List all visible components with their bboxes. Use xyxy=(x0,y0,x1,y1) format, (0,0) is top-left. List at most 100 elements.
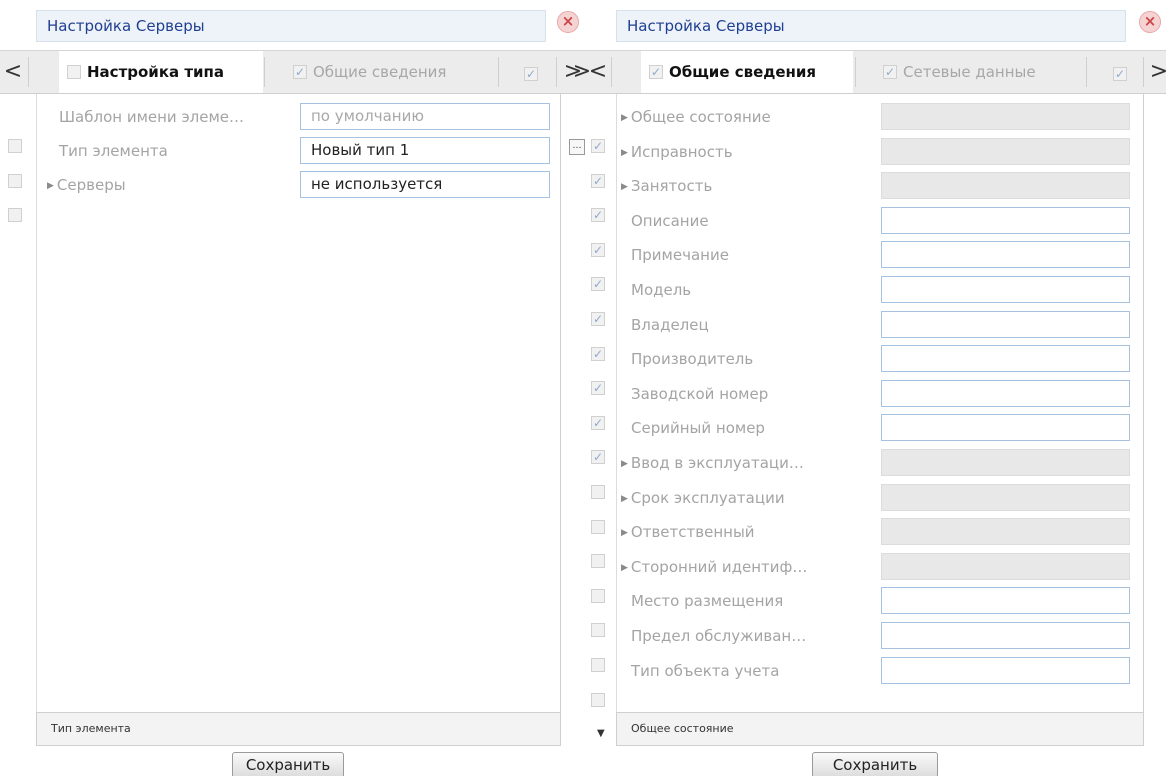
row-checkbox[interactable] xyxy=(8,208,22,222)
tab-checkbox[interactable] xyxy=(883,65,897,79)
property-value-field[interactable] xyxy=(881,622,1130,649)
row-label: Примечание xyxy=(631,245,729,265)
tab-general-info[interactable]: Общие сведения xyxy=(641,51,853,93)
triangle-right-icon[interactable]: ▶ xyxy=(621,563,628,573)
row-checkbox[interactable] xyxy=(591,693,605,707)
list-item: Описание xyxy=(617,204,1143,238)
status-bar-right: Общее состояние xyxy=(616,712,1144,746)
triangle-right-icon[interactable]: ▶ xyxy=(621,182,628,192)
row-checkbox[interactable] xyxy=(591,589,605,603)
tab-checkbox[interactable] xyxy=(293,65,307,79)
list-item: ▶ Серверы не используется xyxy=(37,168,560,202)
row-label: Заводской номер xyxy=(631,384,768,404)
row-checkbox[interactable] xyxy=(591,243,605,257)
property-value-field[interactable] xyxy=(881,276,1130,303)
properties-list-left: Шаблон имени элеме… по умолчанию Тип эле… xyxy=(36,94,561,712)
tab-prev-arrow-icon[interactable]: < xyxy=(0,51,26,93)
tab-separator xyxy=(855,57,856,87)
row-checkbox[interactable] xyxy=(591,623,605,637)
list-item: Модель xyxy=(617,273,1143,307)
checkbox-icon xyxy=(524,67,538,81)
tab-separator xyxy=(1143,57,1144,87)
name-template-field[interactable]: по умолчанию xyxy=(300,103,550,130)
triangle-right-icon[interactable]: ▶ xyxy=(621,459,628,469)
tab-general-info[interactable]: Общие сведения xyxy=(285,51,491,93)
close-icon[interactable]: × xyxy=(1139,11,1161,33)
tab-next-arrow-icon[interactable]: > xyxy=(1146,51,1166,93)
element-type-field[interactable]: Новый тип 1 xyxy=(300,137,550,164)
list-item: Тип элемента Новый тип 1 xyxy=(37,134,560,168)
tab-overflow-checkbox[interactable] xyxy=(1113,64,1133,83)
row-label: Модель xyxy=(631,280,691,300)
triangle-right-icon[interactable]: ▶ xyxy=(621,113,628,123)
row-checkbox[interactable] xyxy=(591,450,605,464)
save-button-left[interactable]: Сохранить xyxy=(232,752,344,776)
row-checkbox[interactable] xyxy=(591,174,605,188)
tab-separator xyxy=(498,57,499,87)
tab-separator xyxy=(611,57,612,87)
property-value-field xyxy=(881,103,1130,130)
list-item: Место размещения xyxy=(617,584,1143,618)
row-label-text: Тип объекта учета xyxy=(631,662,780,680)
tab-checkbox[interactable] xyxy=(67,65,81,79)
row-label: ▶ Ввод в эксплуатаци… xyxy=(621,453,804,473)
property-value-field[interactable] xyxy=(881,207,1130,234)
list-item: Тип объекта учета xyxy=(617,654,1143,688)
row-label: Серийный номер xyxy=(631,418,765,438)
tab-network-data[interactable]: Сетевые данные xyxy=(875,51,1075,93)
property-value-field[interactable] xyxy=(881,657,1130,684)
tab-bar-right: > < Общие сведения Сетевые данные > xyxy=(573,50,1166,94)
row-checkbox[interactable] xyxy=(591,485,605,499)
chevron-down-icon[interactable]: ▼ xyxy=(597,728,605,739)
row-label: Место размещения xyxy=(631,591,783,611)
property-value-field[interactable] xyxy=(881,414,1130,441)
row-checkbox[interactable] xyxy=(591,139,605,153)
left-panel: Настройка Серверы × < Настройка типа Общ… xyxy=(0,0,583,776)
property-value-field[interactable] xyxy=(881,241,1130,268)
property-value-field[interactable] xyxy=(881,380,1130,407)
row-label-text: Срок эксплуатации xyxy=(630,489,785,507)
row-label-text: Производитель xyxy=(631,350,754,368)
tab-type-settings[interactable]: Настройка типа xyxy=(59,51,263,93)
list-item: Заводской номер xyxy=(617,377,1143,411)
row-label-text: Занятость xyxy=(630,177,713,195)
row-checkbox-column xyxy=(0,94,34,712)
row-checkbox[interactable] xyxy=(591,520,605,534)
row-checkbox[interactable] xyxy=(8,174,22,188)
row-checkbox[interactable] xyxy=(8,139,22,153)
row-checkbox[interactable] xyxy=(591,416,605,430)
row-label-text: Модель xyxy=(631,281,692,299)
row-checkbox[interactable] xyxy=(591,312,605,326)
tab-checkbox[interactable] xyxy=(649,65,663,79)
close-icon[interactable]: × xyxy=(557,11,579,33)
row-checkbox[interactable] xyxy=(591,658,605,672)
list-item: ▶ Общее состояние xyxy=(617,100,1143,134)
row-label-text: Серверы xyxy=(56,176,126,194)
list-item: Серийный номер xyxy=(617,411,1143,445)
row-label-text: Исправность xyxy=(630,143,733,161)
property-value-field[interactable] xyxy=(881,587,1130,614)
list-item: ▶ Ответственный xyxy=(617,515,1143,549)
row-checkbox-column xyxy=(583,94,617,712)
row-label: Шаблон имени элеме… xyxy=(59,108,245,126)
list-item: ▶ Срок эксплуатации xyxy=(617,481,1143,515)
triangle-right-icon[interactable]: ▶ xyxy=(621,494,628,504)
row-checkbox[interactable] xyxy=(591,347,605,361)
row-checkbox[interactable] xyxy=(591,208,605,222)
property-value-field[interactable] xyxy=(881,311,1130,338)
servers-field[interactable]: не используется xyxy=(300,171,550,198)
row-label-text: Ввод в эксплуатаци… xyxy=(630,454,804,472)
panel-title-left: Настройка Серверы xyxy=(36,10,546,42)
triangle-right-icon[interactable]: ▶ xyxy=(621,148,628,158)
list-item: ▶ Исправность xyxy=(617,135,1143,169)
tab-prev-arrow-icon[interactable]: < xyxy=(585,51,611,93)
row-label: Владелец xyxy=(631,315,709,335)
tab-overflow-checkbox[interactable] xyxy=(524,64,544,83)
triangle-right-icon[interactable]: ▶ xyxy=(47,181,54,191)
property-value-field[interactable] xyxy=(881,345,1130,372)
row-checkbox[interactable] xyxy=(591,277,605,291)
save-button-right[interactable]: Сохранить xyxy=(812,752,938,776)
triangle-right-icon[interactable]: ▶ xyxy=(621,528,628,538)
row-checkbox[interactable] xyxy=(591,554,605,568)
row-checkbox[interactable] xyxy=(591,381,605,395)
